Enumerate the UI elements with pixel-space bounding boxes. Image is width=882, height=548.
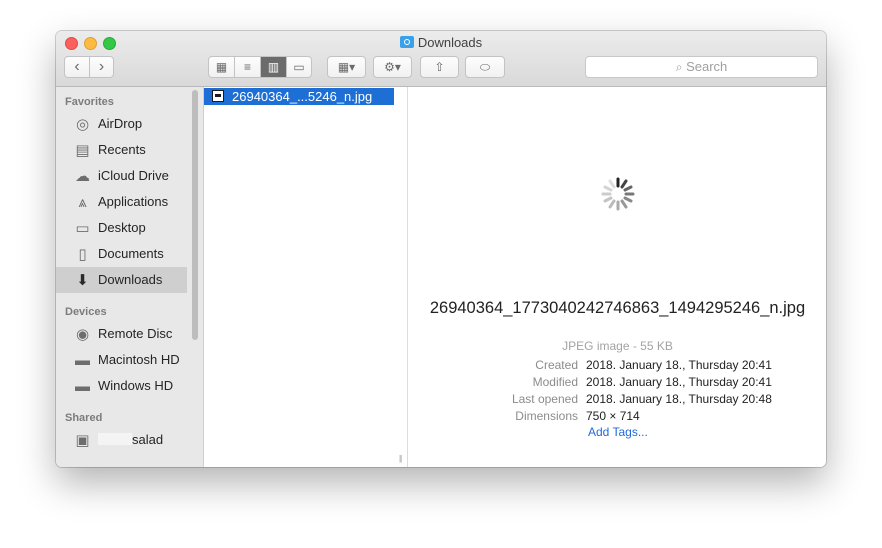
redacted-name: [98, 433, 132, 445]
group-button[interactable]: ▦▾: [327, 56, 366, 78]
list-view-button[interactable]: ≡: [234, 57, 260, 77]
meta-value: 750 × 714: [586, 409, 640, 423]
meta-label: Dimensions: [515, 409, 578, 423]
cloud-icon: ☁: [75, 168, 90, 185]
sidebar: Favorites ◎ AirDrop ▤ Recents ☁ iCloud D…: [56, 87, 204, 467]
tag-button[interactable]: ⬭: [465, 56, 505, 78]
sidebar-item-applications[interactable]: ⩓ Applications: [56, 189, 187, 215]
disc-icon: ◉: [75, 326, 90, 343]
favorites-header: Favorites: [65, 96, 114, 108]
downloads-icon: ⬇: [76, 272, 89, 289]
sidebar-item-remote-disc[interactable]: ◉ Remote Disc: [56, 321, 187, 347]
titlebar: Downloads ‹ › ▦ ≡ ▥ ▭ ▦▾ ⚙▾ ⇧ ⬭ ⌕ Search: [56, 31, 826, 87]
file-row-selected[interactable]: 26940364_...5246_n.jpg: [204, 88, 394, 105]
drive-icon: ▬: [75, 352, 90, 369]
sidebar-item-macintosh-hd[interactable]: ▬ Macintosh HD: [56, 347, 187, 373]
share-button[interactable]: ⇧: [420, 56, 459, 78]
search-placeholder: Search: [686, 59, 728, 74]
sidebar-item-recents[interactable]: ▤ Recents: [56, 137, 187, 163]
grip-icon: ||: [399, 454, 402, 463]
meta-value: 2018. January 18., Thursday 20:48: [586, 392, 772, 406]
sidebar-item-icloud-drive[interactable]: ☁ iCloud Drive: [56, 163, 187, 189]
sidebar-item-airdrop[interactable]: ◎ AirDrop: [56, 111, 187, 137]
recents-icon: ▤: [75, 142, 90, 159]
view-switcher: ▦ ≡ ▥ ▭: [208, 56, 312, 78]
action-button[interactable]: ⚙▾: [373, 56, 412, 78]
add-tags-link[interactable]: Add Tags...: [588, 425, 648, 439]
sidebar-item-shared-computer[interactable]: ▣ salad: [56, 427, 187, 453]
airdrop-icon: ◎: [75, 116, 90, 133]
sidebar-item-windows-hd[interactable]: ▬ Windows HD: [56, 373, 187, 399]
shared-header: Shared: [65, 412, 103, 424]
meta-value: 2018. January 18., Thursday 20:41: [586, 358, 772, 372]
icon-view-button[interactable]: ▦: [209, 57, 234, 77]
sidebar-item-documents[interactable]: ▯ Documents: [56, 241, 187, 267]
devices-header: Devices: [65, 306, 107, 318]
loading-spinner-icon: [601, 177, 635, 211]
documents-icon: ▯: [78, 246, 87, 263]
column-resize-handle[interactable]: ||: [395, 87, 408, 467]
preview-pane: 26940364_1773040242746863_1494295246_n.j…: [409, 87, 826, 467]
back-button[interactable]: ‹: [65, 57, 89, 77]
search-icon: ⌕: [675, 60, 683, 74]
search-field[interactable]: ⌕ Search: [585, 56, 818, 78]
nav-buttons: ‹ ›: [64, 56, 114, 78]
sidebar-item-desktop[interactable]: ▭ Desktop: [56, 215, 187, 241]
sidebar-item-downloads[interactable]: ⬇ Downloads: [56, 267, 187, 293]
meta-value: 2018. January 18., Thursday 20:41: [586, 375, 772, 389]
forward-button[interactable]: ›: [89, 57, 113, 77]
downloads-folder-icon: [399, 36, 414, 48]
finder-window: Downloads ‹ › ▦ ≡ ▥ ▭ ▦▾ ⚙▾ ⇧ ⬭ ⌕ Search Fav…: [56, 31, 826, 467]
file-column: 26940364_...5246_n.jpg: [204, 87, 396, 467]
sidebar-scrollbar[interactable]: [192, 90, 198, 340]
preview-kind: JPEG image - 55 KB: [562, 339, 673, 353]
column-view-button[interactable]: ▥: [260, 57, 286, 77]
preview-filename: 26940364_1773040242746863_1494295246_n.j…: [429, 299, 806, 317]
desktop-icon: ▭: [75, 220, 90, 237]
window-title: Downloads: [56, 35, 826, 51]
applications-icon: ⩓: [78, 194, 87, 211]
meta-label: Created: [535, 358, 578, 372]
gallery-view-button[interactable]: ▭: [286, 57, 311, 77]
image-file-icon: [212, 90, 224, 102]
drive-icon: ▬: [75, 378, 90, 395]
meta-label: Last opened: [511, 392, 578, 406]
meta-label: Modified: [532, 375, 578, 389]
computer-icon: ▣: [75, 432, 90, 449]
